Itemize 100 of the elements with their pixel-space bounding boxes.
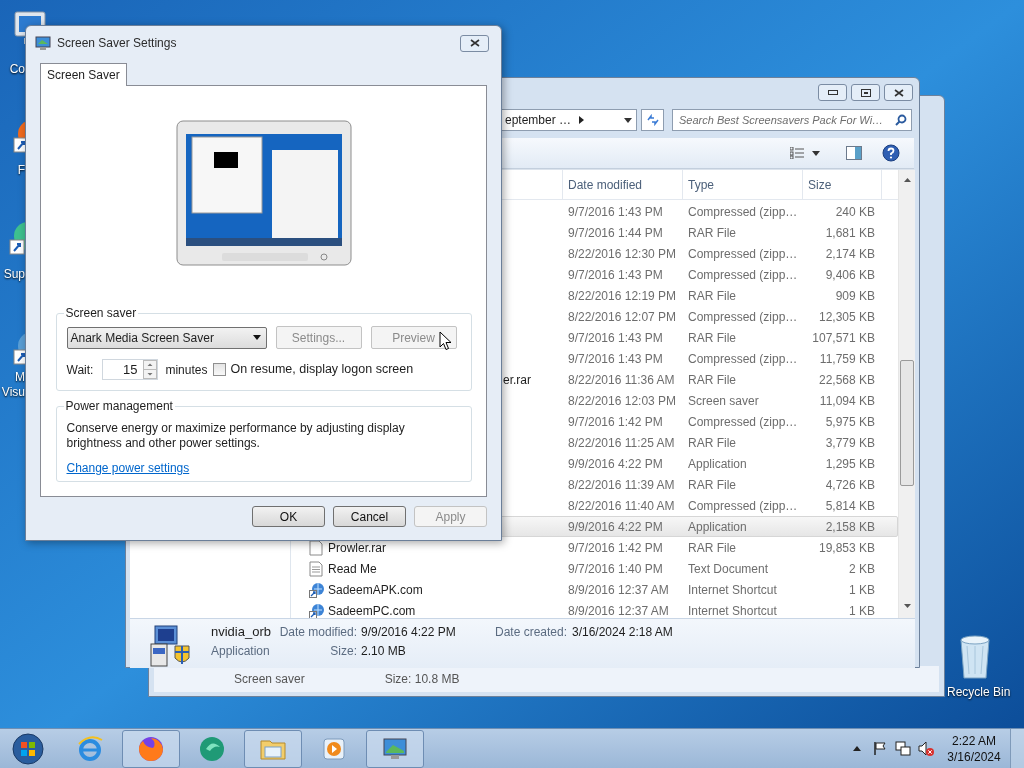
type-cell-text: Compressed (zipp… bbox=[687, 266, 799, 284]
date-cell-text: 8/9/2016 12:37 AM bbox=[567, 581, 670, 599]
help-button[interactable] bbox=[882, 144, 900, 162]
file-row[interactable]: Prowler.rar 9/7/2016 1:42 PM RAR File 19,853 KB bbox=[291, 537, 898, 558]
preview-pane-button[interactable] bbox=[846, 146, 862, 160]
type-cell-text: Compressed (zipp… bbox=[687, 350, 799, 368]
column-header[interactable]: Type bbox=[683, 170, 803, 199]
dialog-button[interactable]: OK bbox=[252, 506, 325, 527]
scroll-thumb[interactable] bbox=[900, 360, 914, 486]
type-cell-text: Compressed (zipp… bbox=[687, 497, 799, 515]
description-text: Conserve energy or maximize performance by adjusting display brightness and other power settings. bbox=[66, 421, 406, 451]
size-cell-text: 9,406 KB bbox=[824, 266, 876, 284]
type-cell-text: Compressed (zipp… bbox=[687, 308, 799, 326]
recycle-bin-icon[interactable] bbox=[957, 632, 993, 680]
size-cell-text: 3,779 KB bbox=[824, 434, 876, 452]
pane-icon bbox=[846, 146, 862, 160]
type-cell-text: RAR File bbox=[687, 434, 737, 452]
close-button[interactable] bbox=[884, 84, 913, 101]
breadcrumb-item[interactable]: eptember … bbox=[505, 111, 572, 129]
date-cell-text: 9/9/2016 4:22 PM bbox=[567, 518, 664, 536]
size-cell-text: 240 KB bbox=[834, 203, 876, 221]
network-icon[interactable] bbox=[895, 741, 911, 756]
search-field[interactable]: Search Best Screensavers Pack For Wi… bbox=[672, 109, 912, 131]
date-cell-text: 9/7/2016 1:43 PM bbox=[567, 350, 664, 368]
file-name: SadeemAPK.com bbox=[328, 581, 423, 599]
view-list-icon bbox=[790, 147, 804, 159]
field-value: 3/16/2024 2:18 AM bbox=[571, 624, 673, 640]
type-cell-text: Internet Shortcut bbox=[687, 602, 778, 620]
size-cell-text: 1 KB bbox=[848, 602, 876, 620]
scroll-up-icon[interactable] bbox=[904, 178, 911, 182]
desktop-icon-label[interactable]: M Visu bbox=[0, 370, 25, 400]
dropdown-caret-icon bbox=[252, 335, 261, 340]
refresh-button[interactable] bbox=[641, 109, 664, 131]
file-row[interactable]: Read Me 9/7/2016 1:40 PM Text Document 2 KB bbox=[291, 558, 898, 579]
close-button[interactable] bbox=[460, 34, 489, 52]
taskbar-app-button[interactable] bbox=[244, 729, 302, 768]
date-cell-text: 9/7/2016 1:43 PM bbox=[567, 329, 664, 347]
taskbar-app-button[interactable] bbox=[122, 729, 180, 768]
scroll-down-icon[interactable] bbox=[904, 604, 911, 608]
window-title: Screen Saver Settings bbox=[57, 35, 177, 52]
type-cell-text: Compressed (zipp… bbox=[687, 245, 799, 263]
browser-globe-icon bbox=[137, 734, 165, 763]
desktop-icon-label[interactable]: F bbox=[0, 163, 25, 178]
search-icon[interactable] bbox=[895, 114, 907, 126]
size-cell-text: 2 KB bbox=[848, 560, 876, 578]
volume-muted-icon[interactable] bbox=[918, 741, 934, 756]
column-header[interactable]: Size bbox=[803, 170, 882, 199]
size-cell-text: 2,174 KB bbox=[824, 245, 876, 263]
type-cell-text: Text Document bbox=[687, 560, 770, 578]
file-row[interactable]: SadeemPC.com 8/9/2016 12:37 AM Internet Shortcut 1 KB bbox=[291, 600, 898, 621]
dropdown-caret-icon bbox=[812, 150, 820, 156]
flag-icon[interactable] bbox=[873, 741, 887, 756]
date-cell-text: 9/9/2016 4:22 PM bbox=[567, 455, 664, 473]
date-cell-text: 8/22/2016 11:40 AM bbox=[567, 497, 676, 515]
date-cell-text: 9/7/2016 1:42 PM bbox=[567, 413, 664, 431]
date-cell-text: 8/22/2016 11:36 AM bbox=[567, 371, 676, 389]
taskbar-app-button[interactable] bbox=[366, 729, 424, 768]
date-cell-text: 8/9/2016 12:37 AM bbox=[567, 602, 670, 620]
view-button[interactable] bbox=[790, 147, 820, 159]
size-cell-text: 1,681 KB bbox=[824, 224, 876, 242]
change-power-settings-link[interactable]: Change power settings bbox=[66, 459, 190, 477]
group-label: Power management bbox=[64, 398, 174, 415]
field-label: Date created: bbox=[495, 624, 569, 640]
size-cell-text: 2,158 KB bbox=[824, 518, 876, 536]
size-cell-text: 11,094 KB bbox=[818, 392, 876, 410]
logon-checkbox[interactable]: On resume, display logon screen bbox=[213, 360, 414, 379]
clock[interactable]: 2:22 AM 3/16/2024 bbox=[946, 732, 1002, 765]
date-cell-text: 8/22/2016 12:07 PM bbox=[567, 308, 678, 326]
type-cell-text: RAR File bbox=[687, 371, 737, 389]
refresh-icon bbox=[645, 114, 660, 126]
file-row[interactable]: SadeemAPK.com 8/9/2016 12:37 AM Internet Shortcut 1 KB bbox=[291, 579, 898, 600]
close-icon bbox=[893, 88, 904, 97]
size-cell-text: 11,759 KB bbox=[818, 350, 876, 368]
size-cell-text: 5,814 KB bbox=[824, 497, 876, 515]
help-icon bbox=[882, 144, 900, 162]
chevron-up-icon[interactable] bbox=[853, 746, 861, 751]
wait-spinner[interactable]: 15 bbox=[102, 359, 159, 380]
desktop-icon-label[interactable]: Co bbox=[0, 62, 25, 77]
type-cell-text: Application bbox=[687, 518, 748, 536]
screen-saver-dropdown[interactable]: Anark Media Screen Saver bbox=[66, 326, 267, 349]
file-name: SadeemPC.com bbox=[328, 602, 416, 620]
close-icon bbox=[469, 39, 480, 47]
minimize-icon bbox=[827, 89, 838, 96]
type-cell-text: RAR File bbox=[687, 224, 737, 242]
dropdown-caret-icon[interactable] bbox=[624, 117, 632, 123]
status-text: Screen saver bbox=[234, 671, 305, 688]
minimize-button[interactable] bbox=[818, 84, 847, 101]
type-cell-text: RAR File bbox=[687, 539, 737, 557]
desktop-icon-label[interactable]: Sup bbox=[0, 267, 25, 282]
date-cell-text: 9/7/2016 1:44 PM bbox=[567, 224, 664, 242]
scrollbar[interactable] bbox=[898, 170, 915, 618]
status-text: Size: 10.8 MB bbox=[384, 671, 460, 688]
tab[interactable]: Screen Saver bbox=[40, 63, 127, 86]
date-cell-text: 8/22/2016 12:30 PM bbox=[567, 245, 678, 263]
column-header[interactable]: Date modified bbox=[563, 170, 683, 199]
desktop-icon-label[interactable]: Recycle Bin bbox=[947, 683, 1017, 701]
date-cell-text: 9/7/2016 1:43 PM bbox=[567, 203, 664, 221]
restore-button[interactable] bbox=[851, 84, 880, 101]
dialog-button[interactable]: Cancel bbox=[333, 506, 406, 527]
type-cell-text: Internet Shortcut bbox=[687, 581, 778, 599]
